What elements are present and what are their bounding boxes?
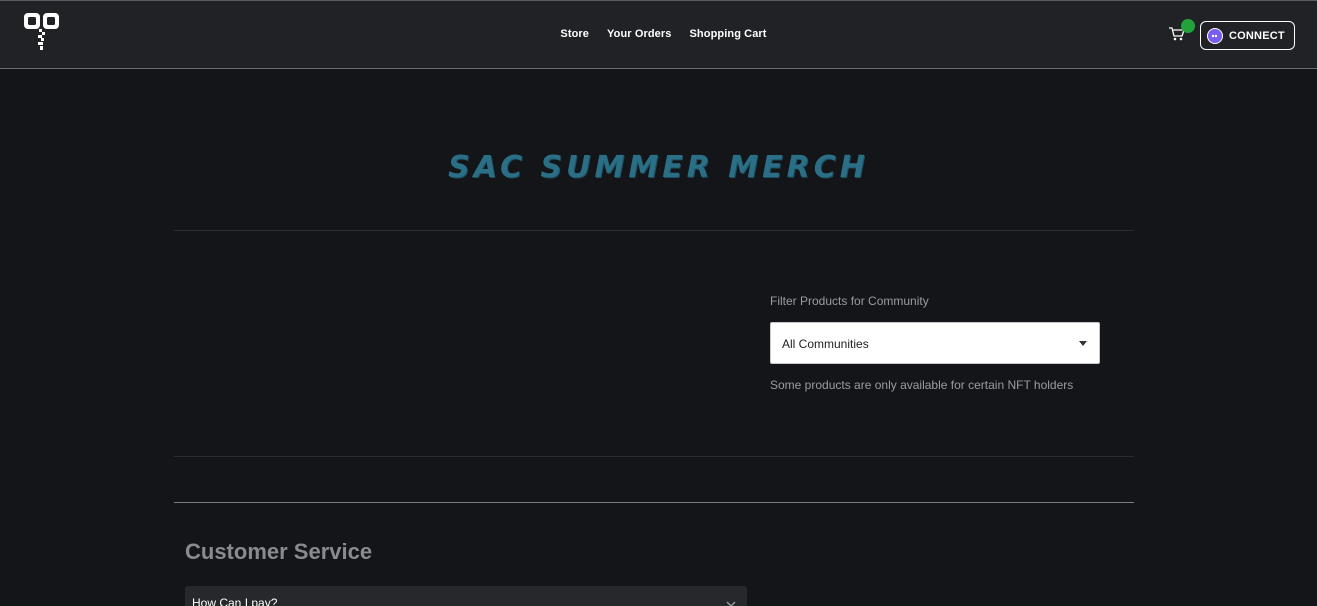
wallet-icon: [1207, 27, 1223, 44]
divider: [174, 502, 1134, 503]
divider: [174, 230, 1134, 231]
nav-link-shopping-cart[interactable]: Shopping Cart: [690, 28, 767, 40]
community-filter-select[interactable]: All Communities: [770, 322, 1100, 364]
faq-question: How Can I pay?: [192, 596, 278, 606]
connect-label: CONNECT: [1229, 29, 1285, 42]
customer-service-title: Customer Service: [185, 539, 373, 564]
top-navbar: Store Your Orders Shopping Cart CONNECT: [0, 0, 1317, 69]
divider: [174, 456, 1134, 457]
chevron-down-icon: [725, 596, 737, 606]
filter-label: Filter Products for Community: [770, 294, 929, 308]
filter-help-text: Some products are only available for cer…: [770, 378, 1074, 392]
nav-link-your-orders[interactable]: Your Orders: [607, 28, 671, 40]
connect-wallet-button[interactable]: CONNECT: [1200, 21, 1295, 50]
page-title: SAC SUMMER MERCH: [448, 150, 869, 185]
nav-link-store[interactable]: Store: [560, 28, 589, 40]
main-nav: Store Your Orders Shopping Cart: [0, 28, 1317, 40]
community-filter-value: All Communities: [782, 337, 869, 351]
faq-item[interactable]: How Can I pay?: [185, 586, 747, 606]
cart-status-dot: [1181, 19, 1195, 33]
caret-down-icon: [1079, 341, 1087, 346]
